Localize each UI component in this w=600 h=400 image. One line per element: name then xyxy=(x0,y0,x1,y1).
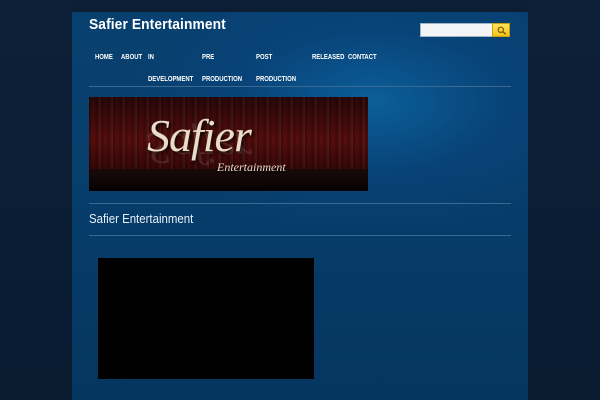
main-navigation: HOME ABOUT IN DEVELOPMENT PRE PRODUCTION… xyxy=(89,40,511,86)
banner-divider xyxy=(89,203,511,204)
search-input[interactable] xyxy=(420,23,500,37)
nav-item-about[interactable]: ABOUT xyxy=(121,47,142,69)
nav-item-pre-production[interactable]: PRE PRODUCTION xyxy=(202,47,242,91)
site-title[interactable]: Safier Entertainment xyxy=(89,16,226,33)
banner-logo-reflection: Safier xyxy=(147,123,251,174)
search-form xyxy=(420,23,510,37)
post-title[interactable]: Safier Entertainment xyxy=(89,211,193,226)
page-margin-right xyxy=(528,0,600,400)
header-banner-image: Safier Entertainment Safier xyxy=(89,97,368,191)
search-icon xyxy=(497,26,507,35)
page-margin-left xyxy=(0,0,72,400)
nav-item-in-development[interactable]: IN DEVELOPMENT xyxy=(148,47,193,91)
video-player[interactable] xyxy=(98,258,314,379)
nav-item-post-production[interactable]: POST PRODUCTION xyxy=(256,47,296,91)
nav-item-home[interactable]: HOME xyxy=(95,47,113,69)
nav-divider xyxy=(89,86,511,87)
nav-item-contact[interactable]: CONTACT xyxy=(348,47,377,69)
title-divider xyxy=(89,235,511,236)
search-button[interactable] xyxy=(492,23,510,37)
content-area: Safier Entertainment HOME ABOUT IN DEVEL… xyxy=(72,12,528,400)
nav-item-released[interactable]: RELEASED xyxy=(312,47,344,69)
